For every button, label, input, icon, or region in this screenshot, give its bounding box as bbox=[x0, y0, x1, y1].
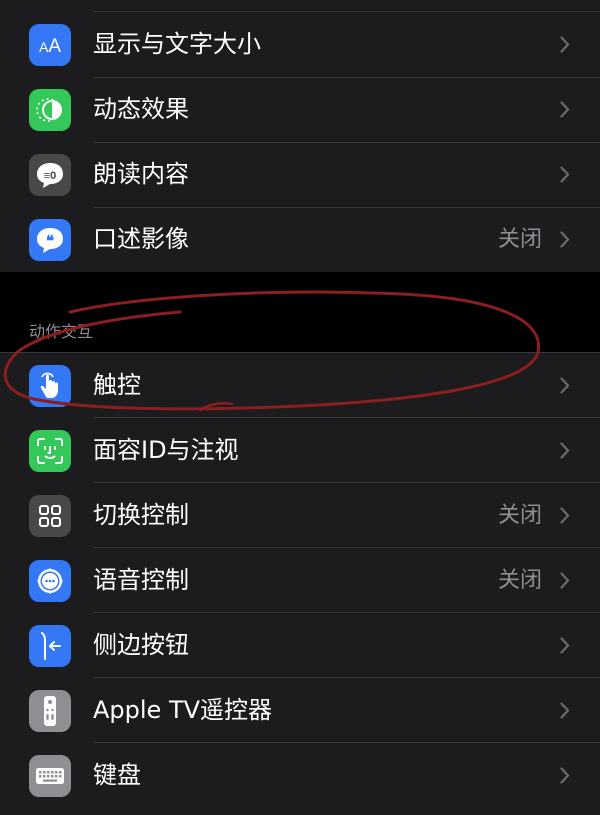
chevron-right-icon bbox=[560, 442, 570, 459]
row-label: 显示与文字大小 bbox=[93, 30, 261, 58]
row-label: Apple TV遥控器 bbox=[93, 696, 273, 724]
row-label: 侧边按钮 bbox=[93, 631, 189, 659]
row-label: 切换控制 bbox=[93, 501, 189, 529]
text-size-icon: AA bbox=[29, 24, 71, 66]
chevron-right-icon bbox=[560, 36, 570, 53]
row-label: 面容ID与注视 bbox=[93, 436, 239, 464]
svg-text:≡0: ≡0 bbox=[44, 170, 57, 182]
svg-text:❝: ❝ bbox=[46, 232, 54, 250]
row-value: 关闭 bbox=[497, 227, 542, 252]
row-label: 朗读内容 bbox=[93, 160, 189, 188]
row-value: 关闭 bbox=[497, 503, 542, 528]
row-side-button[interactable]: 侧边按钮 bbox=[0, 613, 600, 678]
chevron-right-icon bbox=[560, 166, 570, 183]
chevron-right-icon bbox=[560, 377, 570, 394]
chevron-right-icon bbox=[560, 572, 570, 589]
keyboard-icon bbox=[29, 755, 71, 797]
chevron-right-icon bbox=[560, 101, 570, 118]
chevron-right-icon bbox=[560, 231, 570, 248]
row-apple-tv-remote[interactable]: Apple TV遥控器 bbox=[0, 678, 600, 743]
row-label: 键盘 bbox=[93, 761, 141, 789]
tv-remote-icon bbox=[29, 690, 71, 732]
row-label: 动态效果 bbox=[93, 95, 189, 123]
motion-icon bbox=[29, 89, 71, 131]
row-motion[interactable]: 动态效果 bbox=[0, 77, 600, 142]
chevron-right-icon bbox=[560, 507, 570, 524]
row-switch-control[interactable]: 切换控制 关闭 bbox=[0, 483, 600, 548]
touch-hand-icon bbox=[29, 365, 71, 407]
row-face-id-attention[interactable]: 面容ID与注视 bbox=[0, 418, 600, 483]
audio-descriptions-icon: ❝ bbox=[29, 219, 71, 261]
switch-control-icon bbox=[29, 495, 71, 537]
row-audio-descriptions[interactable]: ❝ 口述影像 关闭 bbox=[0, 207, 600, 272]
svg-text:AA: AA bbox=[39, 36, 61, 57]
row-display-text-size[interactable]: AA 显示与文字大小 bbox=[0, 12, 600, 77]
side-button-icon bbox=[29, 625, 71, 667]
row-spoken-content[interactable]: ≡0 朗读内容 bbox=[0, 142, 600, 207]
chevron-right-icon bbox=[560, 637, 570, 654]
row-value: 关闭 bbox=[497, 568, 542, 593]
row-label: 语音控制 bbox=[93, 566, 189, 594]
row-label: 触控 bbox=[93, 371, 141, 399]
settings-group-physical-motor: 触控 面容ID与注视 切换控制 关闭 语音控制 关闭 侧边按钮 Apple TV… bbox=[0, 352, 600, 815]
chevron-right-icon bbox=[560, 702, 570, 719]
row-label: 口述影像 bbox=[93, 225, 189, 253]
row-touch[interactable]: 触控 bbox=[0, 353, 600, 418]
chevron-right-icon bbox=[560, 767, 570, 784]
row-voice-control[interactable]: 语音控制 关闭 bbox=[0, 548, 600, 613]
voice-control-icon bbox=[29, 560, 71, 602]
settings-group-vision: AA 显示与文字大小 动态效果 ≡0 朗读内容 ❝ 口述影像 关闭 bbox=[0, 0, 600, 272]
section-header: 动作交互 bbox=[29, 322, 94, 341]
face-id-icon bbox=[29, 430, 71, 472]
row-keyboards[interactable]: 键盘 bbox=[0, 743, 600, 803]
spoken-content-icon: ≡0 bbox=[29, 154, 71, 196]
